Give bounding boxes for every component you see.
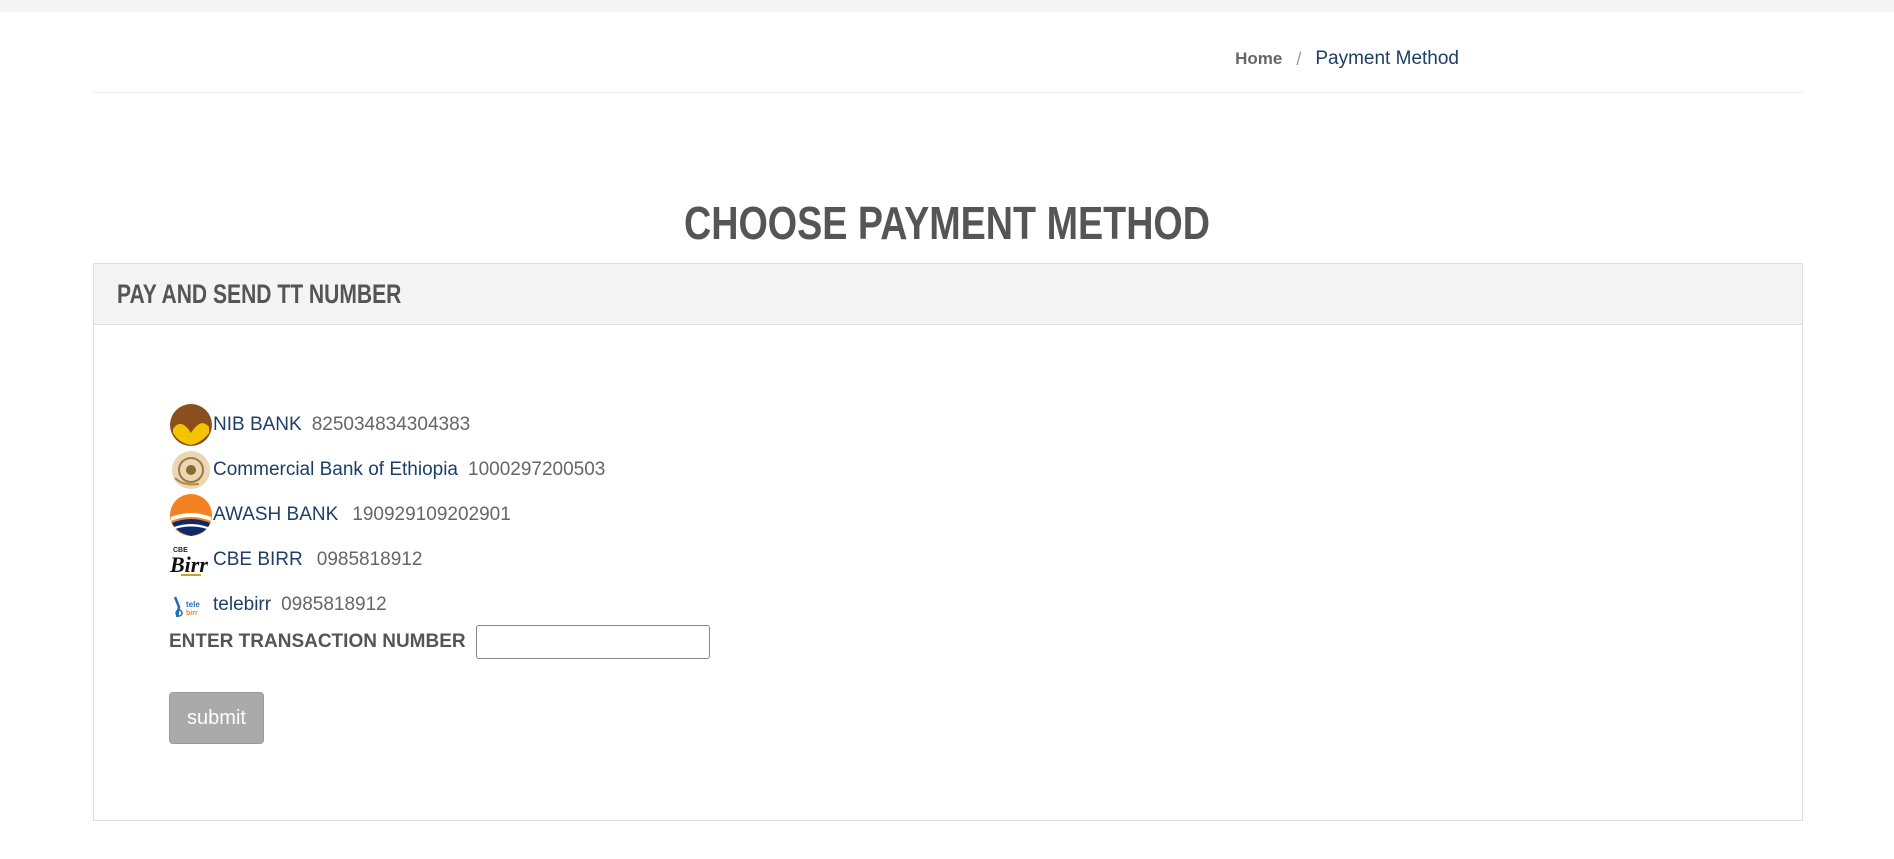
payment-panel: PAY AND SEND TT NUMBER NIB BANK 82503483…	[93, 263, 1803, 821]
payment-methods-list: NIB BANK 825034834304383 Commercial Bank…	[169, 402, 605, 627]
method-name: NIB BANK	[213, 413, 302, 435]
method-name: CBE BIRR	[213, 548, 303, 570]
method-account: 0985818912	[281, 593, 387, 615]
panel-heading-text: PAY AND SEND TT NUMBER	[117, 278, 402, 309]
svg-text:tele: tele	[186, 600, 200, 609]
payment-method-item: tele birr telebirr 0985818912	[169, 582, 605, 627]
transaction-label: ENTER TRANSACTION NUMBER	[169, 631, 466, 652]
nib-bank-logo-icon	[169, 403, 213, 447]
method-account: 0985818912	[316, 548, 423, 570]
method-account: 825034834304383	[311, 413, 471, 435]
svg-text:Birr: Birr	[169, 552, 208, 577]
cbe-birr-logo-icon: CBE Birr	[169, 538, 213, 582]
awash-bank-logo-icon	[169, 493, 213, 537]
payment-method-item: NIB BANK 825034834304383	[169, 402, 605, 447]
payment-method-item: AWASH BANK 190929109202901	[169, 492, 605, 537]
header-divider	[93, 92, 1803, 93]
transaction-row: ENTER TRANSACTION NUMBER	[169, 625, 710, 659]
svg-text:birr: birr	[186, 610, 198, 617]
breadcrumb-home-link[interactable]: Home	[1235, 49, 1282, 69]
breadcrumb-current: Payment Method	[1315, 48, 1459, 69]
payment-method-item: CBE Birr CBE BIRR 0985818912	[169, 537, 605, 582]
page-title: CHOOSE PAYMENT METHOD	[683, 197, 1211, 249]
transaction-number-input[interactable]	[475, 625, 710, 659]
method-name: Commercial Bank of Ethiopia	[213, 458, 458, 480]
top-bar	[0, 0, 1894, 12]
submit-button[interactable]: submit	[169, 692, 264, 744]
panel-heading: PAY AND SEND TT NUMBER	[94, 264, 1802, 325]
method-name: AWASH BANK	[213, 503, 339, 525]
cbe-logo-icon	[169, 448, 213, 492]
payment-method-item: Commercial Bank of Ethiopia 100029720050…	[169, 447, 605, 492]
breadcrumb: Home / Payment Method	[1235, 48, 1459, 70]
method-account: 190929109202901	[352, 503, 511, 525]
breadcrumb-separator: /	[1296, 48, 1302, 69]
method-name: telebirr	[213, 593, 272, 615]
method-account: 1000297200503	[468, 458, 606, 480]
telebirr-logo-icon: tele birr	[169, 583, 213, 627]
